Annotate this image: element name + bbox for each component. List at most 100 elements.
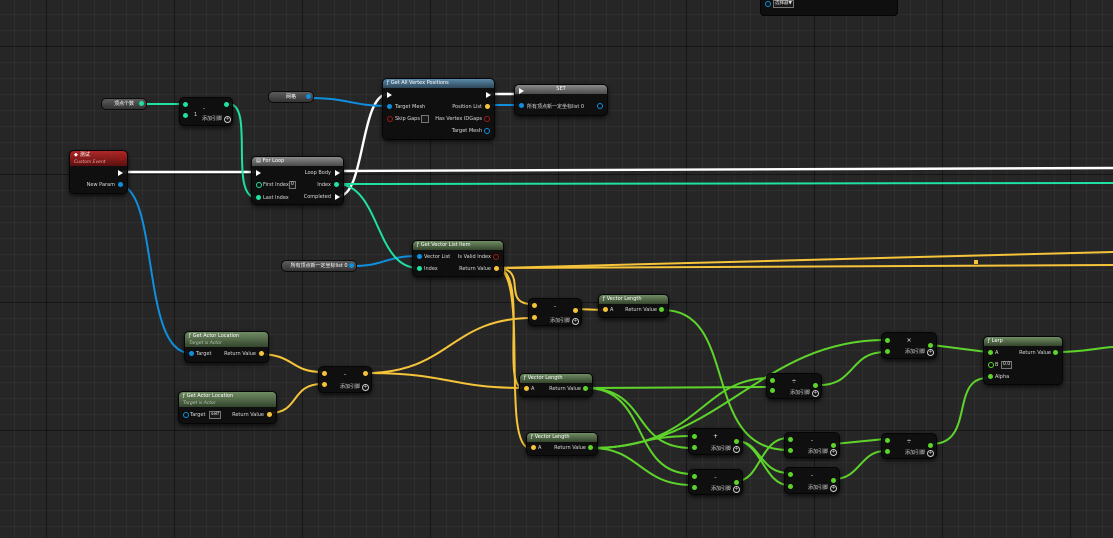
index-pin[interactable] — [334, 182, 339, 187]
add-pin-button[interactable]: 添加引脚 + — [711, 445, 741, 453]
for-loop-node[interactable]: ▤ For Loop First Index 0 Last Index Loop … — [251, 156, 344, 205]
add-pin-button[interactable]: 添加引脚 + — [905, 348, 935, 356]
return-value-pin[interactable] — [259, 351, 264, 356]
subtract-float-node[interactable]: - 添加引脚 + — [688, 469, 743, 495]
a-pin[interactable] — [603, 307, 608, 312]
vector-length-node[interactable]: ƒ Vector Length A Return Value — [598, 294, 669, 318]
set-variable-node[interactable]: SET 所有顶点新一定坐标list 0 — [514, 84, 608, 116]
subtract-float-node[interactable]: - 添加引脚 + — [784, 467, 840, 494]
return-value-pin[interactable] — [583, 386, 588, 391]
target-mesh-out-pin[interactable] — [484, 128, 490, 134]
target-pin[interactable] — [189, 351, 194, 356]
input-b-pin[interactable] — [532, 315, 537, 320]
completed-exec-pin[interactable] — [335, 194, 340, 200]
subtract-int-node[interactable]: - 1 添加引脚 + — [179, 97, 233, 126]
first-index-value[interactable]: 0 — [289, 181, 296, 189]
reroute-knot[interactable] — [974, 260, 978, 264]
exec-out-pin[interactable] — [599, 88, 604, 94]
a-pin[interactable] — [524, 386, 529, 391]
input-b-pin[interactable] — [885, 449, 890, 454]
add-pin-button[interactable]: 添加引脚 + — [808, 448, 838, 456]
top-partial-node[interactable]: 选择器▼ — [760, 0, 898, 16]
b-pin[interactable] — [988, 362, 994, 368]
points-list-variable-node[interactable]: 所有顶点新一定坐标list 0 — [281, 260, 357, 272]
return-value-pin[interactable] — [1053, 350, 1058, 355]
loop-body-exec-pin[interactable] — [335, 170, 340, 176]
top-node-pin[interactable] — [765, 1, 771, 7]
add-pin-button[interactable]: 添加引脚 + — [905, 449, 935, 457]
a-pin[interactable] — [531, 445, 536, 450]
exec-in-pin[interactable] — [519, 88, 524, 94]
float-wire — [585, 386, 771, 389]
output-pin[interactable] — [139, 101, 144, 106]
input-b-pin[interactable] — [322, 382, 327, 387]
subtract-float-node[interactable]: - 添加引脚 + — [784, 432, 840, 458]
set-var-label: 所有顶点新一定坐标list 0 — [527, 104, 585, 110]
input-a-pin[interactable] — [183, 102, 188, 107]
exec-in-pin[interactable] — [387, 92, 392, 98]
plus-circle-icon: + — [830, 485, 838, 492]
pin-label: Target Mesh — [451, 128, 482, 134]
output-pin[interactable] — [224, 102, 229, 107]
skip-gaps-pin[interactable] — [387, 116, 393, 122]
add-pin-button[interactable]: 添加引脚 + — [340, 383, 370, 391]
add-pin-button[interactable]: 添加引脚 + — [711, 485, 741, 493]
b-value[interactable]: 1 — [194, 112, 197, 118]
vector-length-node[interactable]: ƒ Vector Length A Return Value — [526, 432, 598, 456]
exec-out-pin[interactable] — [486, 92, 491, 98]
subtract-vector-node[interactable]: - 添加引脚 + — [528, 298, 582, 326]
is-valid-index-pin[interactable] — [493, 254, 499, 260]
add-pin-button[interactable]: 添加引脚 + — [790, 389, 820, 397]
divide-float-node[interactable]: ÷ 添加引脚 + — [881, 433, 937, 459]
add-float-node[interactable]: + 添加引脚 + — [688, 428, 743, 455]
input-b-pin[interactable] — [692, 485, 697, 490]
has-vertex-idgaps-pin[interactable] — [484, 116, 490, 122]
divide-float-node[interactable]: ÷ 添加引脚 + — [766, 373, 822, 399]
last-index-pin[interactable] — [256, 195, 261, 200]
new-param-pin[interactable] — [118, 182, 123, 187]
top-node-dropdown[interactable]: 选择器▼ — [773, 0, 794, 8]
return-value-pin[interactable] — [659, 307, 664, 312]
input-b-pin[interactable] — [692, 445, 697, 450]
skip-gaps-checkbox[interactable] — [421, 115, 429, 123]
return-value-pin[interactable] — [494, 266, 499, 271]
get-actor-location-node[interactable]: ƒ Get Actor Location Target is Actor Targe… — [184, 331, 269, 363]
exec-out-pin[interactable] — [118, 170, 123, 176]
custom-event-node[interactable]: ◆ 测试 Custom Event New Param — [69, 150, 128, 194]
target-pin[interactable] — [183, 412, 189, 418]
a-pin[interactable] — [988, 350, 993, 355]
input-b-pin[interactable] — [788, 448, 793, 453]
add-pin-button[interactable]: 添加引脚 + — [202, 115, 232, 123]
get-actor-location-self-node[interactable]: ƒ Get Actor Location Target is Actor Targe… — [178, 391, 277, 424]
target-self-value[interactable]: self — [209, 411, 221, 419]
lerp-node[interactable]: ƒ Lerp A B 0.0 Alpha Return Value — [983, 336, 1063, 385]
subtract-vector-node[interactable]: - 添加引脚 + — [318, 366, 372, 393]
alpha-pin[interactable] — [988, 374, 993, 379]
multiply-float-node[interactable]: × 添加引脚 + — [881, 332, 937, 359]
return-value-pin[interactable] — [267, 412, 272, 417]
position-list-pin[interactable] — [485, 104, 490, 109]
first-index-pin[interactable] — [256, 182, 262, 188]
add-pin-button[interactable]: 添加引脚 + — [550, 317, 580, 325]
vector-length-node[interactable]: ƒ Vector Length A Return Value — [519, 373, 593, 397]
value-in-pin[interactable] — [519, 103, 524, 108]
return-value-pin[interactable] — [588, 445, 593, 450]
add-pin-button[interactable]: 添加引脚 + — [808, 484, 838, 492]
input-b-pin[interactable] — [183, 113, 188, 118]
output-pin[interactable] — [306, 94, 311, 99]
vector-list-pin[interactable] — [417, 254, 422, 259]
vertex-count-variable-node[interactable]: 顶点个数 — [101, 98, 147, 110]
input-b-pin[interactable] — [885, 349, 890, 354]
get-vector-list-item-node[interactable]: ƒ Get Vector List Item Vector List Index … — [412, 240, 504, 277]
mesh-variable-node[interactable]: 网格 — [268, 91, 314, 103]
input-b-pin[interactable] — [788, 484, 793, 489]
input-b-pin[interactable] — [770, 388, 775, 393]
get-all-vertex-positions-node[interactable]: ƒ Get All Vertex Positions Target Mesh Sk… — [382, 78, 495, 140]
target-mesh-pin[interactable] — [387, 104, 392, 109]
delegate-pin[interactable] — [118, 154, 124, 160]
output-pin[interactable] — [349, 263, 354, 268]
index-pin[interactable] — [417, 266, 422, 271]
b-value[interactable]: 0.0 — [1001, 361, 1013, 369]
value-out-pin[interactable] — [597, 103, 603, 109]
exec-in-pin[interactable] — [256, 170, 261, 176]
